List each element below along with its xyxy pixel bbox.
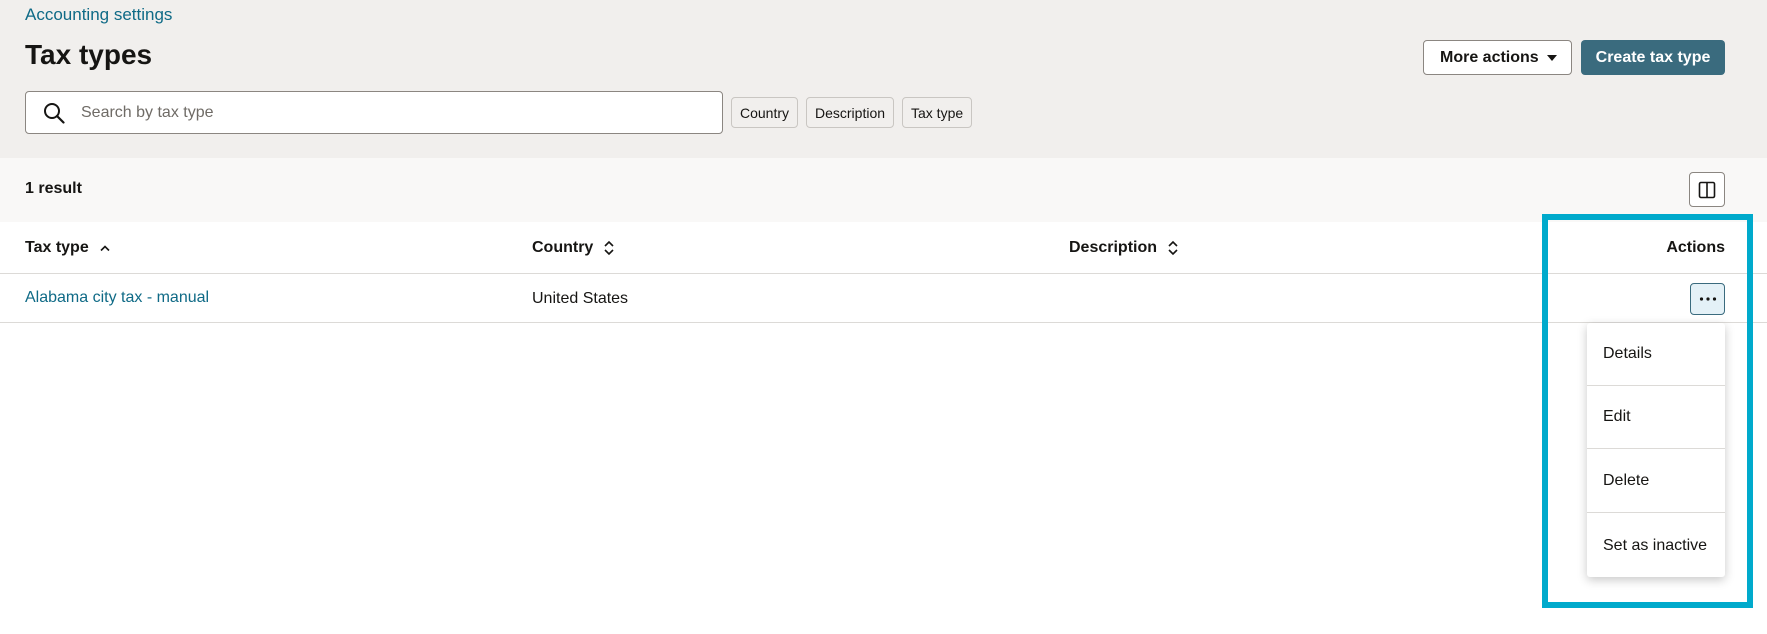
column-layout-icon	[1698, 181, 1716, 198]
more-icon	[1699, 297, 1716, 301]
menu-item-edit[interactable]: Edit	[1587, 386, 1725, 449]
column-header-label: Tax type	[25, 239, 89, 256]
sort-icon	[1168, 240, 1178, 256]
row-actions-button[interactable]	[1690, 283, 1725, 315]
tax-type-link[interactable]: Alabama city tax - manual	[25, 289, 209, 307]
column-header-label: Description	[1069, 239, 1158, 256]
column-header-label: Country	[532, 239, 594, 256]
column-header-tax-type[interactable]: Tax type	[25, 239, 111, 257]
menu-item-details[interactable]: Details	[1587, 323, 1725, 386]
column-header-country[interactable]: Country	[532, 239, 615, 257]
column-header-actions: Actions	[1666, 239, 1725, 256]
column-header-description[interactable]: Description	[1069, 239, 1179, 257]
search-field[interactable]	[25, 91, 723, 134]
more-actions-label: More actions	[1440, 48, 1539, 66]
column-layout-button[interactable]	[1689, 172, 1725, 207]
filter-chip-country[interactable]: Country	[731, 97, 799, 128]
result-count: 1 result	[25, 180, 82, 197]
sort-icon	[604, 240, 614, 256]
search-icon	[44, 103, 65, 124]
country-cell: United States	[532, 290, 629, 307]
create-tax-type-button[interactable]: Create tax type	[1581, 40, 1725, 75]
menu-item-set-inactive[interactable]: Set as inactive	[1587, 514, 1725, 577]
filter-chip-description[interactable]: Description	[806, 97, 895, 128]
menu-item-delete[interactable]: Delete	[1587, 450, 1725, 513]
table-row: Alabama city tax - manual United States	[0, 275, 1767, 323]
row-actions-menu: Details Edit Delete Set as inactive	[1587, 323, 1725, 577]
more-actions-button[interactable]: More actions	[1423, 40, 1572, 75]
results-bar: 1 result	[0, 158, 1767, 222]
filter-chip-tax-type[interactable]: Tax type	[902, 97, 973, 128]
search-input[interactable]	[81, 100, 701, 126]
sort-ascending-icon	[100, 245, 110, 252]
caret-down-icon	[1547, 55, 1557, 61]
page-header: Accounting settings Tax types More actio…	[0, 0, 1767, 158]
breadcrumb[interactable]: Accounting settings	[25, 5, 172, 25]
table-header: Tax type Country Description Actions	[0, 222, 1767, 274]
page-title: Tax types	[25, 39, 153, 70]
